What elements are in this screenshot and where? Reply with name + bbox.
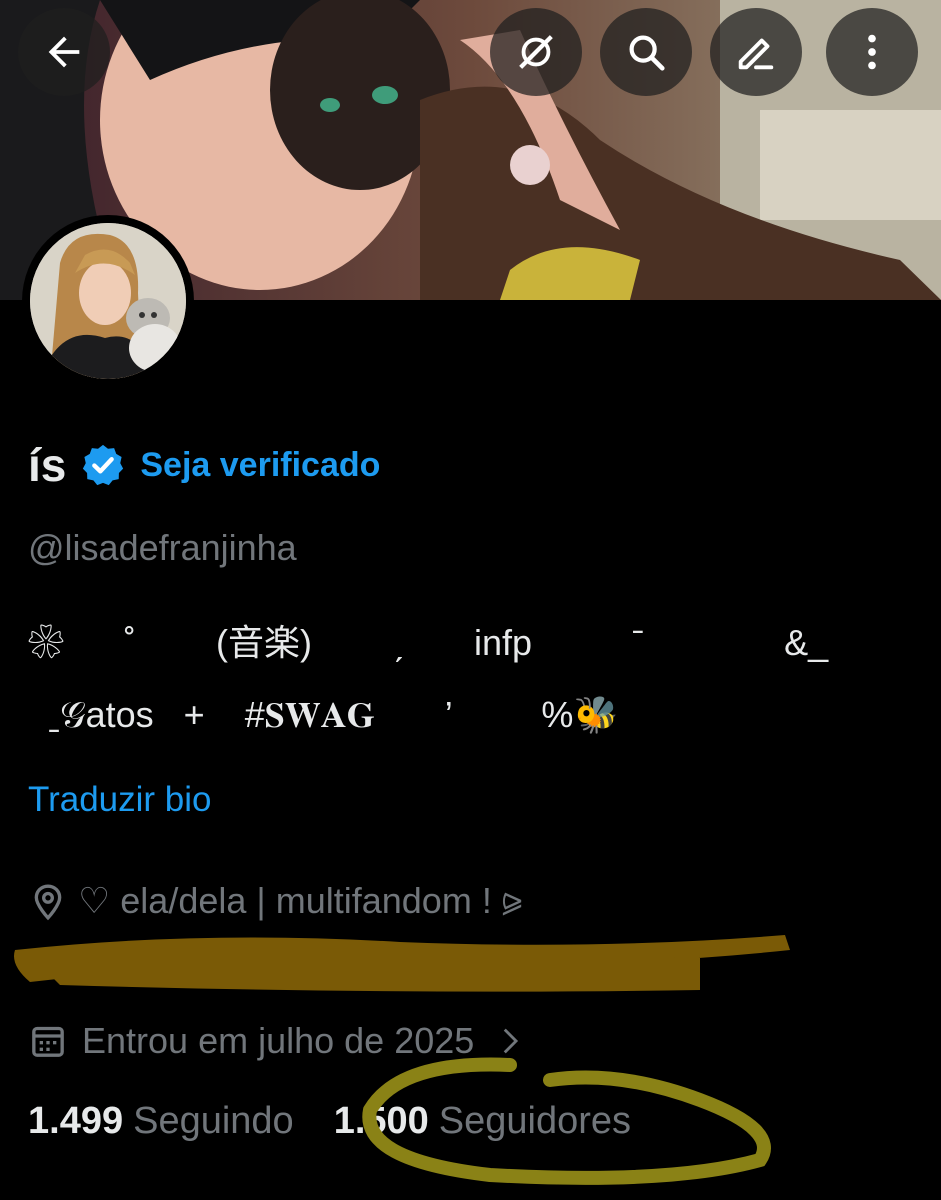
user-handle: @lisadefranjinha (28, 527, 297, 568)
verified-badge-icon[interactable] (80, 442, 126, 488)
search-button[interactable] (600, 8, 692, 96)
following-stat[interactable]: 1.499 Seguindo (28, 1100, 294, 1143)
search-icon (629, 35, 665, 71)
location-pin-icon (34, 883, 62, 920)
redaction-scribble (14, 935, 790, 992)
pencil-icon (738, 38, 774, 70)
more-vertical-icon (868, 34, 876, 70)
following-label: Seguindo (133, 1100, 294, 1142)
arrow-left-icon (48, 36, 80, 68)
location-row: ♡ ela/dela | multifandom ! ⪩ (28, 880, 522, 923)
get-verified-link[interactable]: Seja verificado (140, 446, 380, 485)
display-name: ís (28, 439, 67, 491)
grok-button[interactable] (490, 8, 582, 96)
following-count: 1.499 (28, 1100, 124, 1142)
location-text: ♡ ela/dela | multifandom ! ⪩ (78, 880, 523, 921)
translate-bio-link[interactable]: Traduzir bio (28, 780, 212, 820)
edit-button[interactable] (710, 8, 802, 96)
avatar-image (30, 223, 186, 379)
profile-avatar[interactable] (22, 215, 194, 387)
bio-line-1: ❀ ˚ (音楽) ˏ infp ˉ &_ (28, 622, 829, 663)
circle-annotation (362, 1057, 771, 1185)
calendar-icon (32, 1026, 64, 1057)
more-button[interactable] (826, 8, 918, 96)
grok-icon (519, 35, 553, 69)
name-row: ís Seja verificado (28, 438, 380, 492)
bio-line-2: ˍ𝒢atos + #𝐒𝐖𝐀𝐆 ’ %🐝 (28, 694, 619, 735)
back-button[interactable] (18, 8, 110, 96)
